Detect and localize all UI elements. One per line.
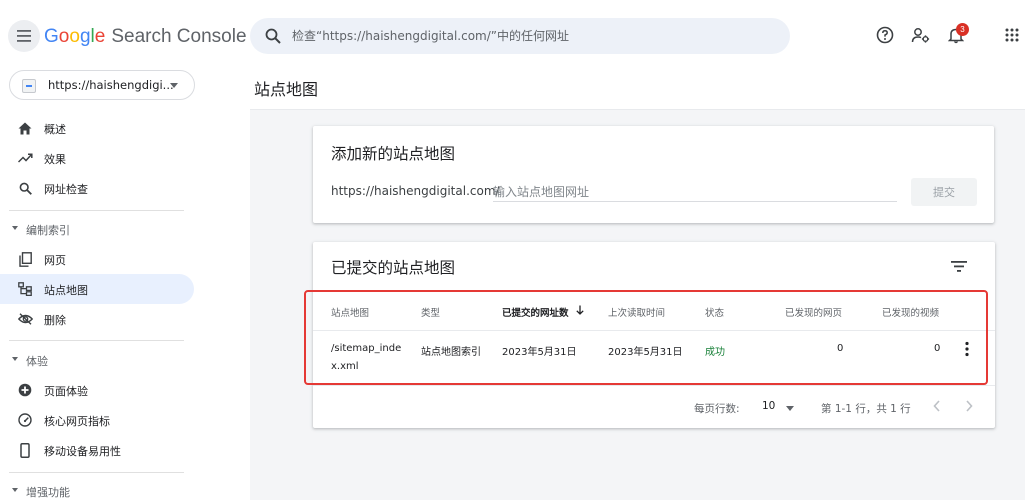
sitemap-icon (17, 281, 33, 297)
sidebar-item-mobile-usability[interactable]: 移动设备易用性 (0, 435, 194, 465)
search-input[interactable] (292, 18, 772, 54)
page-title: 站点地图 (254, 80, 319, 99)
sidebar-item-core-web-vitals[interactable]: 核心网页指标 (0, 405, 194, 435)
submitted-sitemaps-title: 已提交的站点地图 (331, 259, 456, 277)
main-menu-button[interactable] (8, 20, 40, 52)
page-experience-icon (17, 382, 33, 398)
sidebar-item-url-inspection[interactable]: 网址检查 (0, 173, 194, 203)
sidebar-section-enhancements[interactable]: 增强功能 (0, 481, 190, 500)
sidebar-item-sitemaps[interactable]: 站点地图 (0, 274, 194, 304)
notification-count-badge: 3 (956, 23, 969, 36)
mobile-icon (17, 442, 33, 458)
sidebar-item-removals[interactable]: 删除 (0, 304, 194, 334)
table-highlight-annotation (304, 290, 988, 385)
submit-sitemap-button[interactable]: 提交 (911, 178, 977, 206)
sidebar-section-experience[interactable]: 体验 (0, 350, 190, 370)
filter-icon[interactable] (949, 256, 969, 276)
sidebar-divider (9, 472, 184, 473)
removals-icon (17, 311, 33, 327)
sidebar-item-performance[interactable]: 效果 (0, 143, 194, 173)
trending-icon (17, 150, 33, 166)
sidebar-section-indexing[interactable]: 编制索引 (0, 219, 190, 239)
add-sitemap-title: 添加新的站点地图 (331, 145, 456, 163)
rows-per-page-select[interactable]: 10 (762, 400, 775, 412)
sidebar-item-page-experience[interactable]: 页面体验 (0, 375, 194, 405)
product-name: Search Console (111, 26, 247, 47)
table-footer-divider (313, 385, 995, 386)
manage-users-button[interactable] (910, 24, 932, 46)
url-inspection-search[interactable] (250, 18, 790, 54)
help-icon (876, 26, 894, 44)
sidebar-divider (9, 340, 184, 341)
collapse-caret-icon (12, 226, 18, 230)
next-page-icon[interactable] (964, 399, 974, 413)
previous-page-icon[interactable] (932, 399, 942, 413)
search-icon (265, 28, 281, 44)
rows-per-page-label: 每页行数: (694, 403, 740, 415)
sidebar-divider (9, 210, 184, 211)
google-apps-button[interactable] (1001, 24, 1023, 46)
pages-icon (17, 251, 33, 267)
sidebar-item-overview[interactable]: 概述 (0, 113, 194, 143)
chevron-down-icon[interactable] (786, 406, 794, 411)
add-sitemap-card: 添加新的站点地图 https://haishengdigital.com/ 提交 (313, 126, 994, 223)
property-favicon-icon (22, 79, 36, 93)
help-button[interactable] (874, 24, 896, 46)
core-web-vitals-icon (17, 412, 33, 428)
sidebar-item-pages[interactable]: 网页 (0, 244, 194, 274)
sitemap-url-input[interactable] (493, 182, 897, 202)
top-app-bar: GoogleSearch Console 3 (0, 0, 1025, 72)
property-label: https://haishengdigi... (48, 78, 174, 92)
home-icon (17, 120, 33, 136)
sitemap-url-prefix: https://haishengdigital.com/ (331, 184, 500, 198)
collapse-caret-icon (12, 488, 18, 492)
property-selector[interactable]: https://haishengdigi... (9, 70, 195, 100)
google-search-console-logo[interactable]: Google Search Console (44, 26, 247, 48)
apps-grid-icon (1005, 28, 1019, 42)
menu-icon (17, 30, 31, 42)
chevron-down-icon (170, 83, 178, 88)
search-icon (17, 180, 33, 196)
manage-users-icon (911, 28, 930, 43)
collapse-caret-icon (12, 357, 18, 361)
pagination-range: 第 1-1 行，共 1 行 (821, 403, 911, 415)
